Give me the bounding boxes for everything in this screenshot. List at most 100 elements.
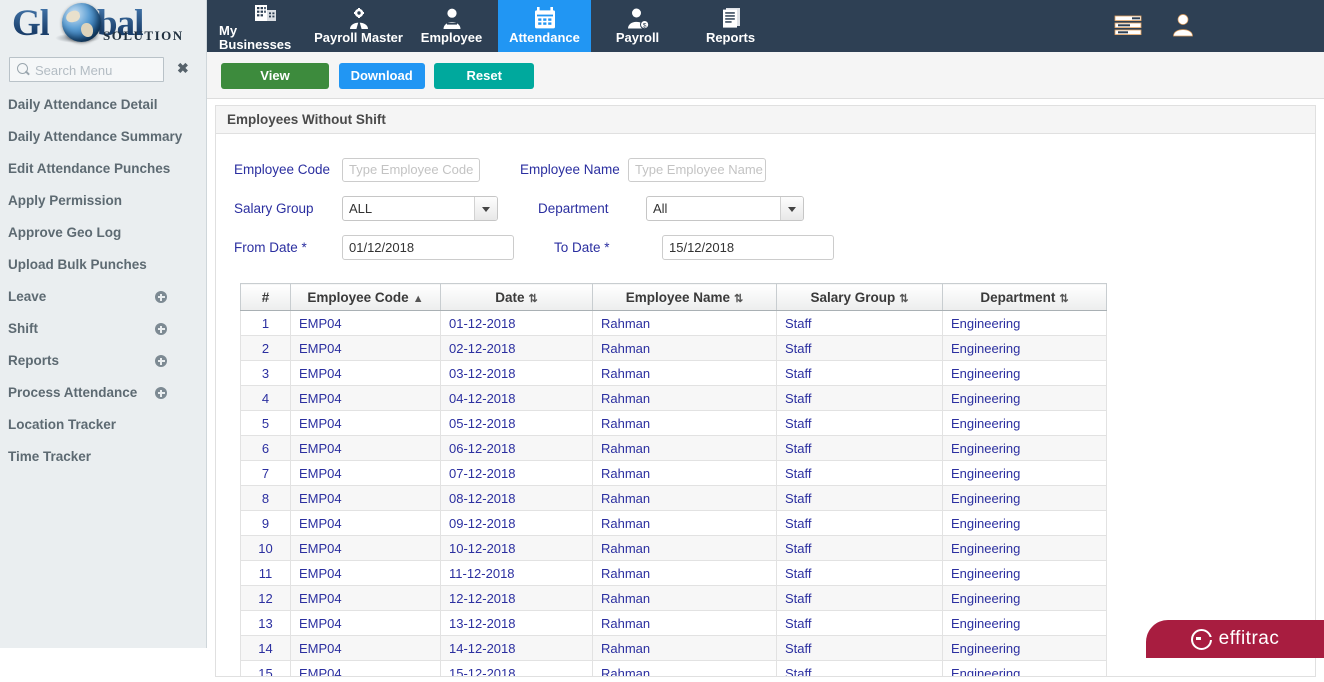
table-cell: Staff <box>777 661 943 678</box>
table-row[interactable]: 1EMP0401-12-2018RahmanStaffEngineering <box>241 311 1107 336</box>
sidebar-item-shift[interactable]: Shift <box>0 313 206 345</box>
table-row[interactable]: 4EMP0404-12-2018RahmanStaffEngineering <box>241 386 1107 411</box>
sidebar-item-reports[interactable]: Reports <box>0 345 206 377</box>
table-cell: Staff <box>777 486 943 511</box>
menu-list-icon[interactable] <box>1114 13 1144 40</box>
table-row[interactable]: 14EMP0414-12-2018RahmanStaffEngineering <box>241 636 1107 661</box>
salary-group-label: Salary Group <box>234 201 342 216</box>
sidebar-item-label: Edit Attendance Punches <box>8 161 170 176</box>
table-row[interactable]: 3EMP0403-12-2018RahmanStaffEngineering <box>241 361 1107 386</box>
chevron-down-icon[interactable] <box>474 197 497 220</box>
table-cell: Engineering <box>943 586 1107 611</box>
column-header-label: Employee Name <box>626 290 730 305</box>
nav-item-employee[interactable]: Employee <box>405 0 498 52</box>
column-header-[interactable]: # <box>241 284 291 311</box>
plus-icon[interactable] <box>155 291 167 303</box>
table-cell: 13-12-2018 <box>441 611 593 636</box>
nav-item-payroll-master[interactable]: Payroll Master <box>312 0 405 52</box>
search-input[interactable] <box>33 58 162 83</box>
top-navigation: My BusinessesPayroll Master Employee Atten… <box>207 0 1324 52</box>
table-cell: Engineering <box>943 336 1107 361</box>
nav-item-attendance[interactable]: Attendance <box>498 0 591 52</box>
sidebar-item-leave[interactable]: Leave <box>0 281 206 313</box>
table-cell: 13 <box>241 611 291 636</box>
column-header-department[interactable]: Department⇅ <box>943 284 1107 311</box>
view-button[interactable]: View <box>221 63 329 89</box>
table-cell: Engineering <box>943 561 1107 586</box>
table-cell: 15-12-2018 <box>441 661 593 678</box>
app-logo: Gl bal SOLUTION <box>0 0 206 53</box>
table-row[interactable]: 11EMP0411-12-2018RahmanStaffEngineering <box>241 561 1107 586</box>
table-cell: EMP04 <box>291 461 441 486</box>
table-cell: Rahman <box>593 561 777 586</box>
sidebar-item-apply-permission[interactable]: Apply Permission <box>0 185 206 217</box>
table-cell: Engineering <box>943 636 1107 661</box>
user-gear-icon <box>347 7 371 29</box>
sidebar-item-time-tracker[interactable]: Time Tracker <box>0 441 206 473</box>
table-row[interactable]: 13EMP0413-12-2018RahmanStaffEngineering <box>241 611 1107 636</box>
sidebar-item-daily-attendance-summary[interactable]: Daily Attendance Summary <box>0 121 206 153</box>
plus-icon[interactable] <box>155 323 167 335</box>
column-header-employee-code[interactable]: Employee Code▲ <box>291 284 441 311</box>
search-box[interactable] <box>9 57 164 82</box>
nav-item-payroll[interactable]: $Payroll <box>591 0 684 52</box>
to-date-input[interactable] <box>662 235 834 260</box>
sidebar-item-upload-bulk-punches[interactable]: Upload Bulk Punches <box>0 249 206 281</box>
column-header-salary-group[interactable]: Salary Group⇅ <box>777 284 943 311</box>
table-cell: 9 <box>241 511 291 536</box>
user-dollar-icon: $ <box>626 7 649 29</box>
table-row[interactable]: 10EMP0410-12-2018RahmanStaffEngineering <box>241 536 1107 561</box>
chevron-down-icon[interactable] <box>780 197 803 220</box>
employee-code-input[interactable] <box>342 158 480 182</box>
plus-icon[interactable] <box>155 387 167 399</box>
table-row[interactable]: 8EMP0408-12-2018RahmanStaffEngineering <box>241 486 1107 511</box>
table-row[interactable]: 12EMP0412-12-2018RahmanStaffEngineering <box>241 586 1107 611</box>
employee-name-input[interactable] <box>628 158 766 182</box>
close-icon[interactable]: ✖ <box>177 61 189 75</box>
salary-group-select[interactable]: ALL <box>342 196 498 221</box>
table-cell: 14 <box>241 636 291 661</box>
table-row[interactable]: 7EMP0407-12-2018RahmanStaffEngineering <box>241 461 1107 486</box>
table-row[interactable]: 15EMP0415-12-2018RahmanStaffEngineering <box>241 661 1107 678</box>
table-cell: Engineering <box>943 361 1107 386</box>
globe-icon <box>62 3 101 42</box>
from-date-input[interactable] <box>342 235 514 260</box>
table-cell: EMP04 <box>291 361 441 386</box>
column-header-date[interactable]: Date⇅ <box>441 284 593 311</box>
table-cell: 06-12-2018 <box>441 436 593 461</box>
sort-none-icon: ⇅ <box>734 293 743 305</box>
table-cell: EMP04 <box>291 336 441 361</box>
table-cell: 07-12-2018 <box>441 461 593 486</box>
panel-title: Employees Without Shift <box>216 106 1315 134</box>
sidebar-item-label: Daily Attendance Detail <box>8 97 158 112</box>
table-cell: 11 <box>241 561 291 586</box>
from-date-label: From Date * <box>234 240 342 255</box>
table-row[interactable]: 6EMP0406-12-2018RahmanStaffEngineering <box>241 436 1107 461</box>
table-cell: Staff <box>777 561 943 586</box>
plus-icon[interactable] <box>155 355 167 367</box>
table-cell: Staff <box>777 386 943 411</box>
account-icon[interactable] <box>1170 12 1196 41</box>
table-cell: Engineering <box>943 311 1107 336</box>
table-row[interactable]: 9EMP0409-12-2018RahmanStaffEngineering <box>241 511 1107 536</box>
sidebar-item-daily-attendance-detail[interactable]: Daily Attendance Detail <box>0 89 206 121</box>
sidebar-item-location-tracker[interactable]: Location Tracker <box>0 409 206 441</box>
nav-item-reports[interactable]: Reports <box>684 0 777 52</box>
table-row[interactable]: 2EMP0402-12-2018RahmanStaffEngineering <box>241 336 1107 361</box>
download-button[interactable]: Download <box>339 63 425 89</box>
column-header-employee-name[interactable]: Employee Name ⇅ <box>593 284 777 311</box>
building-icon <box>254 0 278 22</box>
table-row[interactable]: 5EMP0405-12-2018RahmanStaffEngineering <box>241 411 1107 436</box>
form-row-codes: Employee Code Employee Name <box>234 150 1315 189</box>
table-body: 1EMP0401-12-2018RahmanStaffEngineering2E… <box>241 311 1107 678</box>
sidebar-item-edit-attendance-punches[interactable]: Edit Attendance Punches <box>0 153 206 185</box>
nav-item-label: Employee <box>421 31 482 45</box>
to-date-label: To Date * <box>554 240 662 255</box>
sidebar-item-process-attendance[interactable]: Process Attendance <box>0 377 206 409</box>
nav-item-my-businesses[interactable]: My Businesses <box>219 0 312 52</box>
department-select[interactable]: All <box>646 196 804 221</box>
table-cell: 12 <box>241 586 291 611</box>
table-cell: 02-12-2018 <box>441 336 593 361</box>
sidebar-item-approve-geo-log[interactable]: Approve Geo Log <box>0 217 206 249</box>
reset-button[interactable]: Reset <box>434 63 534 89</box>
